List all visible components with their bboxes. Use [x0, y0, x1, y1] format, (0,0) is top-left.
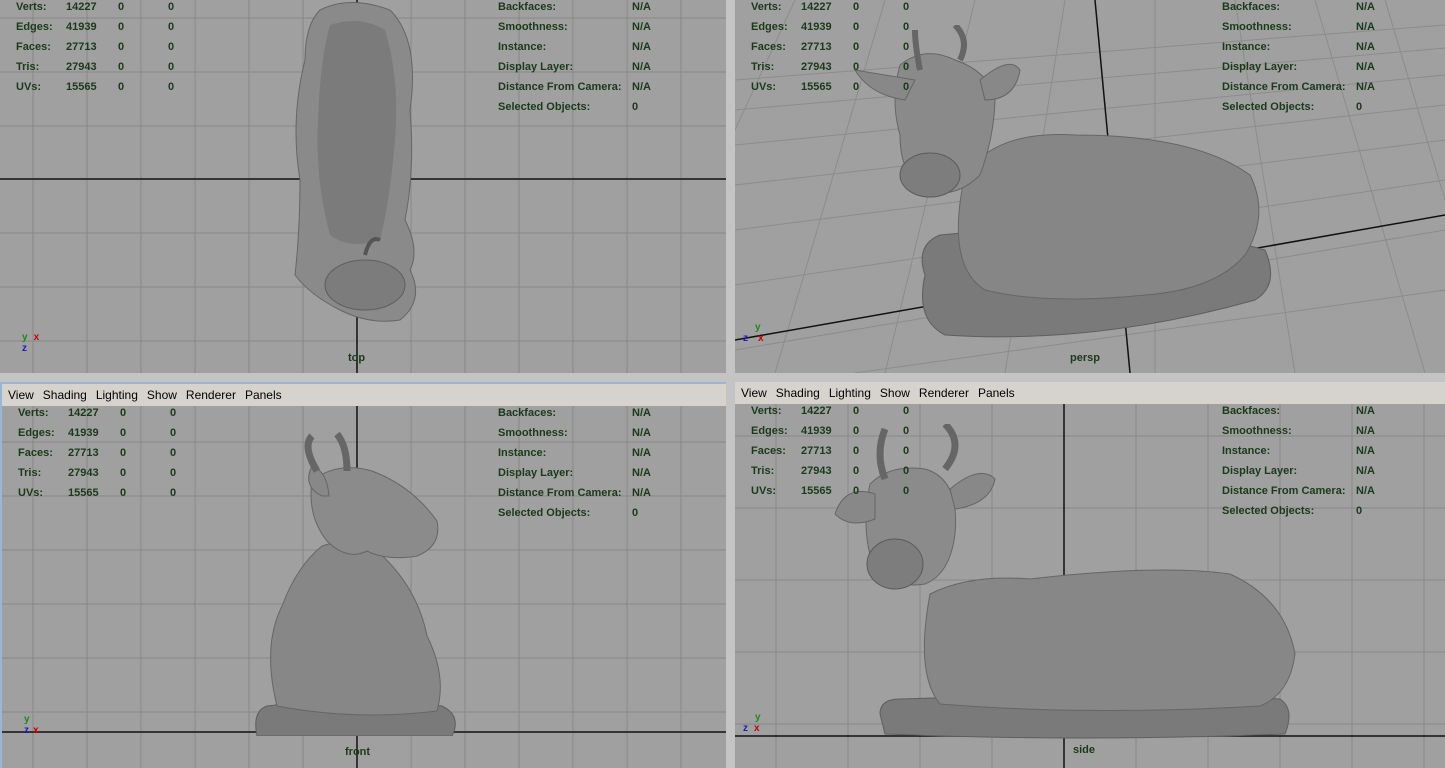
menu-view[interactable]: View: [741, 386, 767, 400]
menu-lighting[interactable]: Lighting: [829, 386, 871, 400]
poly-count-hud: Verts: 14227 0 0 Edges: 41939 0 0 Faces: 27713 0…: [18, 407, 177, 499]
camera-label-side: side: [1073, 744, 1096, 756]
axis-indicator: y zx: [743, 712, 761, 734]
viewport-panel-persp[interactable]: y zx Verts: 14227 0 0 Edges: 41939 0 0 Faces: 2…: [735, 0, 1445, 373]
object-details-hud: Backfaces: N/A Smoothness: N/A Instance: N/…: [1222, 1, 1375, 113]
cow-model-top: [294, 2, 417, 322]
camera-label-front: front: [345, 746, 371, 758]
menu-shading[interactable]: Shading: [43, 388, 87, 402]
poly-count-hud: Verts: 14227 0 0 Edges: 41939 0 0 Faces: 27713 0…: [751, 405, 910, 497]
camera-label-top: top: [348, 352, 366, 364]
poly-count-hud: Verts: 14227 0 0 Edges: 41939 0 0 Faces: 27713 0…: [16, 1, 175, 93]
poly-count-hud: Verts: 14227 0 0 Edges: 41939 0 0 Faces: 27713 0…: [751, 1, 910, 93]
object-details-hud: Backfaces: N/A Smoothness: N/A Instance: N/…: [498, 407, 651, 519]
menu-panels[interactable]: Panels: [978, 386, 1015, 400]
axis-indicator: y zx: [743, 322, 764, 344]
viewport-panel-front[interactable]: View Shading Lighting Show Renderer Pane…: [0, 382, 726, 768]
camera-label-persp: persp: [1070, 352, 1100, 364]
hud-overlay: Verts: 14227 0 0 Edges: 41939 0 0 Faces: 27713 0…: [2, 406, 726, 526]
viewport-panel-side[interactable]: View Shading Lighting Show Renderer Pane…: [735, 382, 1445, 768]
axis-indicator: y zx: [24, 714, 39, 736]
menu-lighting[interactable]: Lighting: [96, 388, 138, 402]
menu-view[interactable]: View: [8, 388, 34, 402]
menu-renderer[interactable]: Renderer: [919, 386, 969, 400]
viewport-panel-top[interactable]: yx z Verts: 14227 0 0 Edges: 41939 0 0 Faces: 2…: [0, 0, 726, 373]
hud-overlay: Verts: 14227 0 0 Edges: 41939 0 0 Faces: 27713 0…: [735, 404, 1445, 524]
axis-indicator: yx z: [22, 332, 40, 354]
cow-model-persp: [854, 25, 1272, 338]
menu-show[interactable]: Show: [147, 388, 177, 402]
object-details-hud: Backfaces: N/A Smoothness: N/A Instance: N/…: [498, 1, 651, 113]
menu-renderer[interactable]: Renderer: [186, 388, 236, 402]
menu-show[interactable]: Show: [880, 386, 910, 400]
object-details-hud: Backfaces: N/A Smoothness: N/A Instance: N/…: [1222, 405, 1375, 517]
menu-shading[interactable]: Shading: [776, 386, 820, 400]
menu-panels[interactable]: Panels: [245, 388, 282, 402]
